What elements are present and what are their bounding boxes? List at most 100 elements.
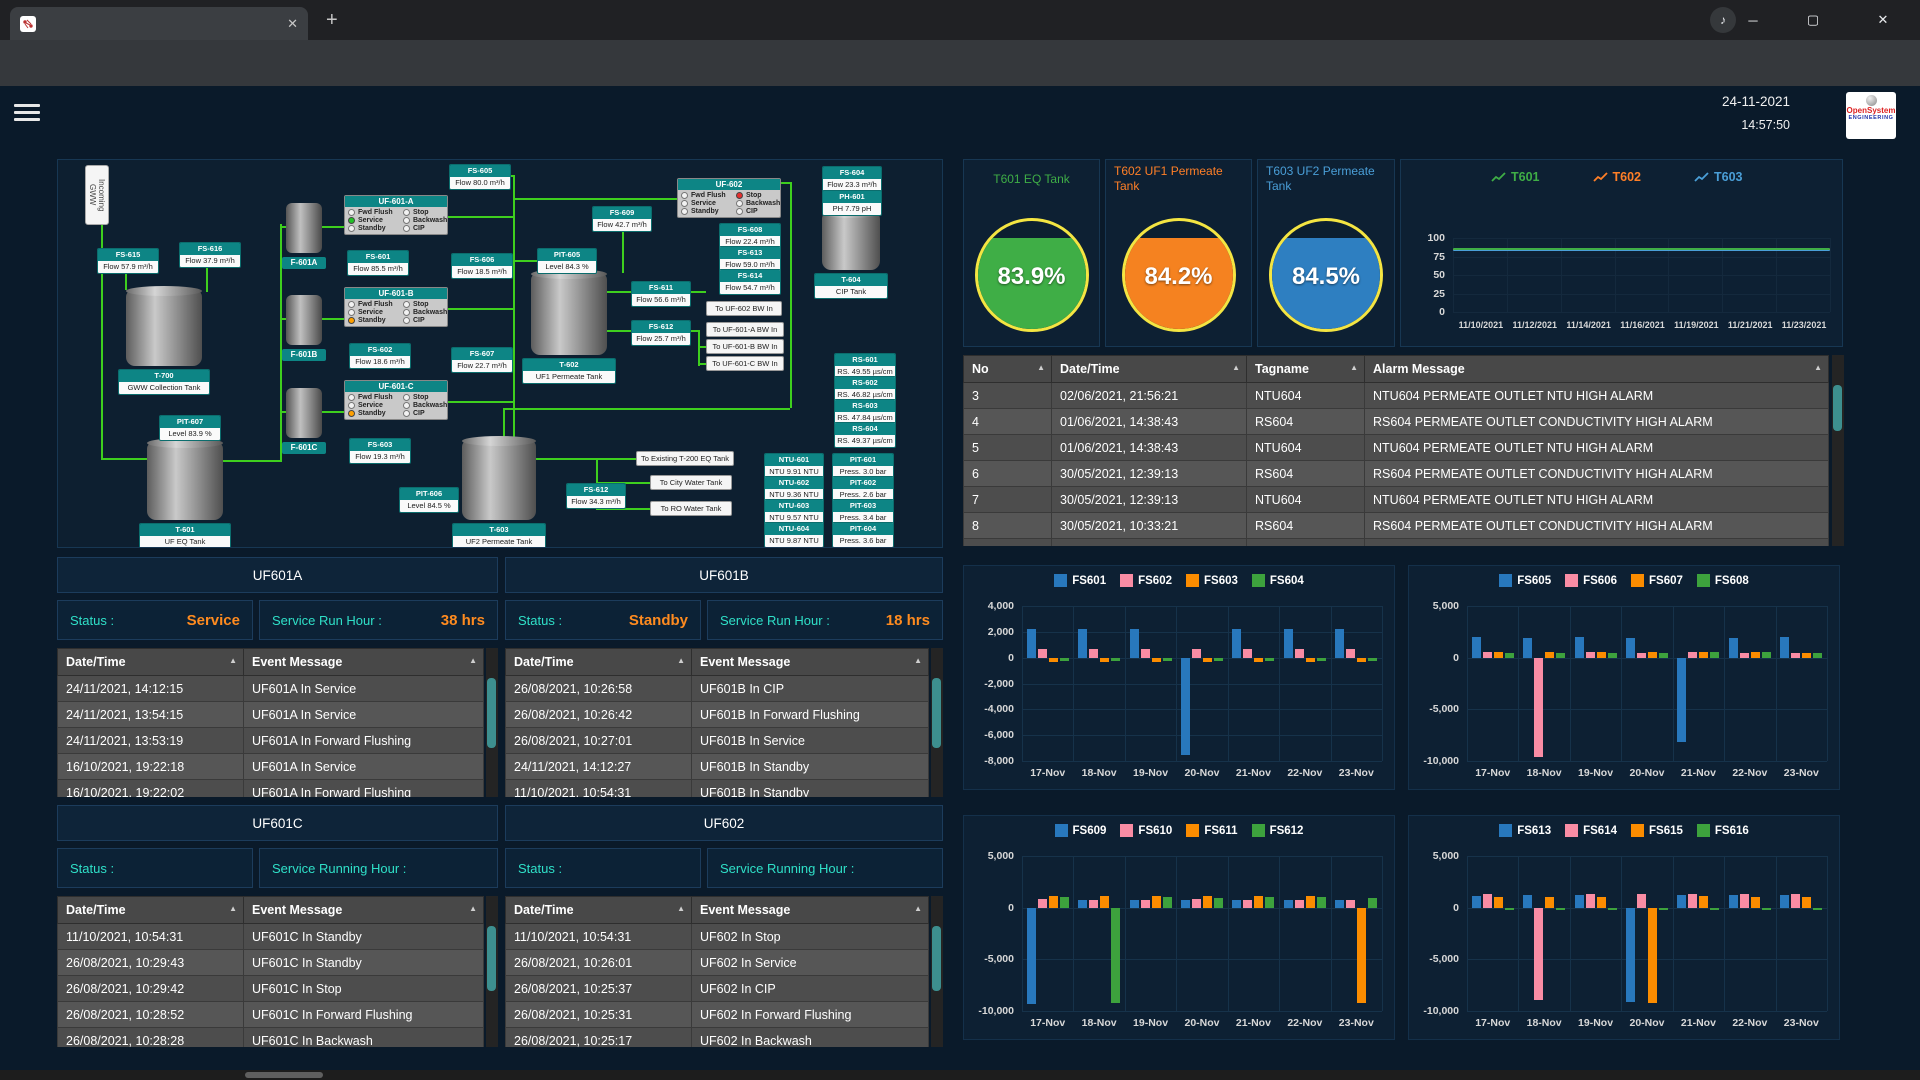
legend-item-fs606[interactable]: FS606 [1565,574,1617,587]
browser-tab[interactable]: ✕ [10,7,308,40]
bar-fs601-20-Nov [1181,658,1190,755]
uf601b-title: UF601B [505,557,943,593]
legend-item-fs609[interactable]: FS609 [1055,824,1107,837]
radio-standby[interactable]: Standby [348,317,403,324]
radio-standby[interactable]: Standby [348,410,403,417]
table-cell: 26/08/2021, 10:28:52 [58,1002,244,1028]
radio-cip[interactable]: CIP [403,410,448,417]
table-cell: 16/10/2021, 19:22:02 [58,780,244,798]
radio-backwash[interactable]: Backwash [736,200,781,207]
radio-stop[interactable]: Stop [403,301,448,308]
radio-backwash[interactable]: Backwash [403,402,448,409]
column-header-event-message[interactable]: Event Message▲ [692,649,929,676]
radio-standby[interactable]: Standby [348,225,403,232]
radio-service[interactable]: Service [348,309,403,316]
radio-cip[interactable]: CIP [736,208,781,215]
column-header-date-time[interactable]: Date/Time▲ [506,649,692,676]
tab-close-icon[interactable]: ✕ [287,16,298,32]
column-header-event-message[interactable]: Event Message▲ [244,649,484,676]
legend-item-fs616[interactable]: FS616 [1697,824,1749,837]
pipe-line [536,458,636,460]
column-header-tagname[interactable]: Tagname▲ [1247,356,1365,383]
radio-service[interactable]: Service [348,217,403,224]
radio-stop[interactable]: Stop [736,192,781,199]
radio-fwd-flush[interactable]: Fwd Flush [348,301,403,308]
table-cell: UF601C In Stop [244,976,484,1002]
chart-legend: FS605 FS606 FS607 FS608 [1409,574,1839,587]
legend-item-fs613[interactable]: FS613 [1499,824,1551,837]
column-header-event-message[interactable]: Event Message▲ [244,897,484,924]
radio-cip[interactable]: CIP [403,317,448,324]
radio-service[interactable]: Service [348,402,403,409]
radio-cip[interactable]: CIP [403,225,448,232]
column-header-no[interactable]: No▲ [964,356,1052,383]
table-cell: 3 [964,383,1052,409]
table-cell: 01/06/2021, 14:38:43 [1052,409,1247,435]
legend-item-fs612[interactable]: FS612 [1252,824,1304,837]
radio-stop[interactable]: Stop [403,394,448,401]
column-header-date-time[interactable]: Date/Time▲ [58,897,244,924]
legend-item-fs604[interactable]: FS604 [1252,574,1304,587]
legend-item-fs610[interactable]: FS610 [1120,824,1172,837]
bar-fs601-18-Nov [1078,629,1087,657]
table-row: 26/08/2021, 10:25:31UF602 In Forward Flu… [506,1002,929,1028]
legend-item-fs608[interactable]: FS608 [1697,574,1749,587]
sensor-fs-606: FS-606Flow 18.5 m³/h [451,253,513,279]
browser-tab-strip: ✕ + ♪ ─ ▢ ✕ [0,0,1920,40]
column-header-date-time[interactable]: Date/Time▲ [58,649,244,676]
window-maximize-button[interactable]: ▢ [1790,0,1836,40]
table-cell: UF602 In Forward Flushing [692,1002,929,1028]
column-header-date-time[interactable]: Date/Time▲ [1052,356,1247,383]
uf601b-table-scrollbar[interactable] [931,648,943,797]
bar-fs601-23-Nov [1335,629,1344,657]
column-header-event-message[interactable]: Event Message▲ [692,897,929,924]
bar-fs608-18-Nov [1556,653,1565,658]
bar-fs610-17-Nov [1038,899,1047,907]
bar-fs602-22-Nov [1295,649,1304,658]
legend-item-fs615[interactable]: FS615 [1631,824,1683,837]
radio-fwd-flush[interactable]: Fwd Flush [348,209,403,216]
legend-item-fs605[interactable]: FS605 [1499,574,1551,587]
bar-fs605-19-Nov [1575,637,1584,658]
legend-item-fs607[interactable]: FS607 [1631,574,1683,587]
radio-backwash[interactable]: Backwash [403,309,448,316]
legend-item-fs614[interactable]: FS614 [1565,824,1617,837]
table-row: 24/11/2021, 13:53:19UF601A In Forward Fl… [58,728,484,754]
bar-fs612-17-Nov [1060,897,1069,907]
new-tab-button[interactable]: + [326,10,338,30]
bar-fs614-21-Nov [1688,894,1697,907]
legend-item-fs602[interactable]: FS602 [1120,574,1172,587]
page-horizontal-scrollbar[interactable] [0,1070,1920,1080]
legend-item-fs603[interactable]: FS603 [1186,574,1238,587]
table-cell: 7 [964,487,1052,513]
legend-item-fs601[interactable]: FS601 [1054,574,1106,587]
route-label: To Existing T-200 EQ Tank [636,451,734,466]
window-minimize-button[interactable]: ─ [1730,0,1776,40]
table-cell: UF601A In Service [244,754,484,780]
radio-service[interactable]: Service [681,200,736,207]
alarm-table-scrollbar[interactable] [1832,355,1844,546]
bar-fs613-23-Nov [1780,895,1789,907]
radio-fwd-flush[interactable]: Fwd Flush [681,192,736,199]
sort-arrow-icon: ▲ [1232,363,1240,372]
pipe-line [322,318,344,320]
window-close-button[interactable]: ✕ [1860,0,1906,40]
radio-stop[interactable]: Stop [403,209,448,216]
hamburger-menu-icon[interactable] [14,100,40,120]
trend-legend-t601[interactable]: T601 [1491,170,1540,184]
trend-legend-t603[interactable]: T603 [1694,170,1743,184]
radio-fwd-flush[interactable]: Fwd Flush [348,394,403,401]
tank-card-title: T601 EQ Tank [964,160,1099,198]
uf602-table-scrollbar[interactable] [931,896,943,1047]
trend-legend-t602[interactable]: T602 [1593,170,1642,184]
legend-item-fs611[interactable]: FS611 [1186,824,1237,837]
radio-standby[interactable]: Standby [681,208,736,215]
uf601c-table-scrollbar[interactable] [486,896,498,1047]
tank-card-t601: T601 EQ Tank 83.9% [963,159,1100,347]
uf601a-table-scrollbar[interactable] [486,648,498,797]
bar-fs610-20-Nov [1192,899,1201,907]
column-header-alarm-message[interactable]: Alarm Message▲ [1365,356,1829,383]
radio-backwash[interactable]: Backwash [403,217,448,224]
column-header-date-time[interactable]: Date/Time▲ [506,897,692,924]
bar-fs607-23-Nov [1802,653,1811,658]
